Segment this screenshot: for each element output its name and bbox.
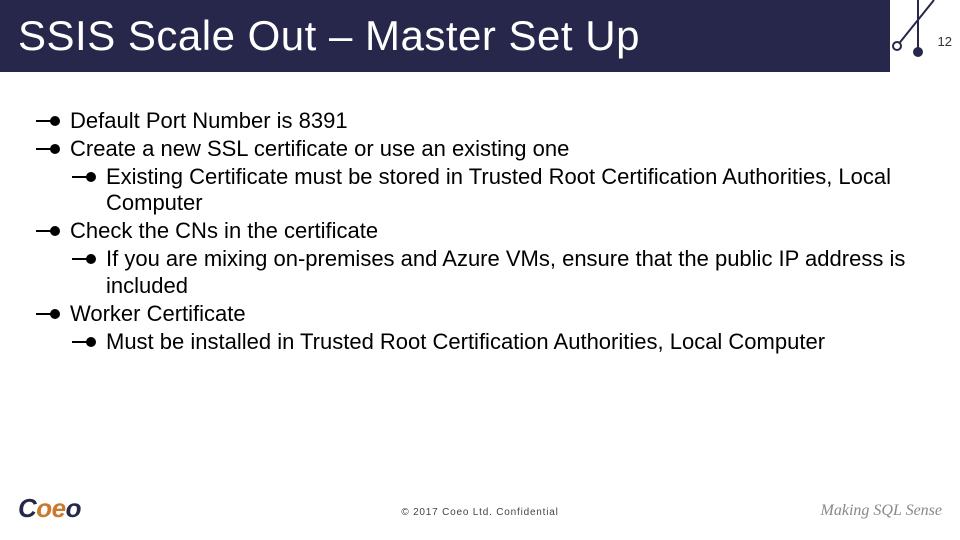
lollipop-bullet-icon <box>72 335 98 349</box>
bullet-text: Existing Certificate must be stored in T… <box>106 164 891 216</box>
footer-tagline: Making SQL Sense <box>821 502 942 520</box>
page-number: 12 <box>938 34 952 49</box>
lollipop-bullet-icon <box>36 142 62 156</box>
bullet-text: Worker Certificate <box>70 301 246 326</box>
lollipop-bullet-icon <box>36 307 62 321</box>
bullet-level1: Check the CNs in the certificate <box>36 218 930 245</box>
bullet-text: Check the CNs in the certificate <box>70 218 378 243</box>
bullet-text: Default Port Number is 8391 <box>70 108 348 133</box>
bullet-text: Must be installed in Trusted Root Certif… <box>106 329 825 354</box>
lollipop-bullet-icon <box>72 252 98 266</box>
bullet-level1: Create a new SSL certificate or use an e… <box>36 136 930 163</box>
bullet-level2: Must be installed in Trusted Root Certif… <box>36 329 930 356</box>
footer-copyright: © 2017 Coeo Ltd. Confidential <box>0 507 960 518</box>
content-body: Default Port Number is 8391 Create a new… <box>36 108 930 356</box>
bullet-level2: If you are mixing on-premises and Azure … <box>36 246 930 300</box>
slide-title: SSIS Scale Out – Master Set Up <box>18 12 640 60</box>
bullet-level1: Worker Certificate <box>36 301 930 328</box>
slide-header: SSIS Scale Out – Master Set Up <box>0 0 900 72</box>
slide: SSIS Scale Out – Master Set Up 12 Defaul… <box>0 0 960 540</box>
bullet-text: Create a new SSL certificate or use an e… <box>70 136 569 161</box>
lollipop-bullet-icon <box>36 114 62 128</box>
lollipop-bullet-icon <box>72 170 98 184</box>
bullet-text: If you are mixing on-premises and Azure … <box>106 246 905 298</box>
bullet-level1: Default Port Number is 8391 <box>36 108 930 135</box>
lollipop-bullet-icon <box>36 224 62 238</box>
bullet-level2: Existing Certificate must be stored in T… <box>36 164 930 218</box>
